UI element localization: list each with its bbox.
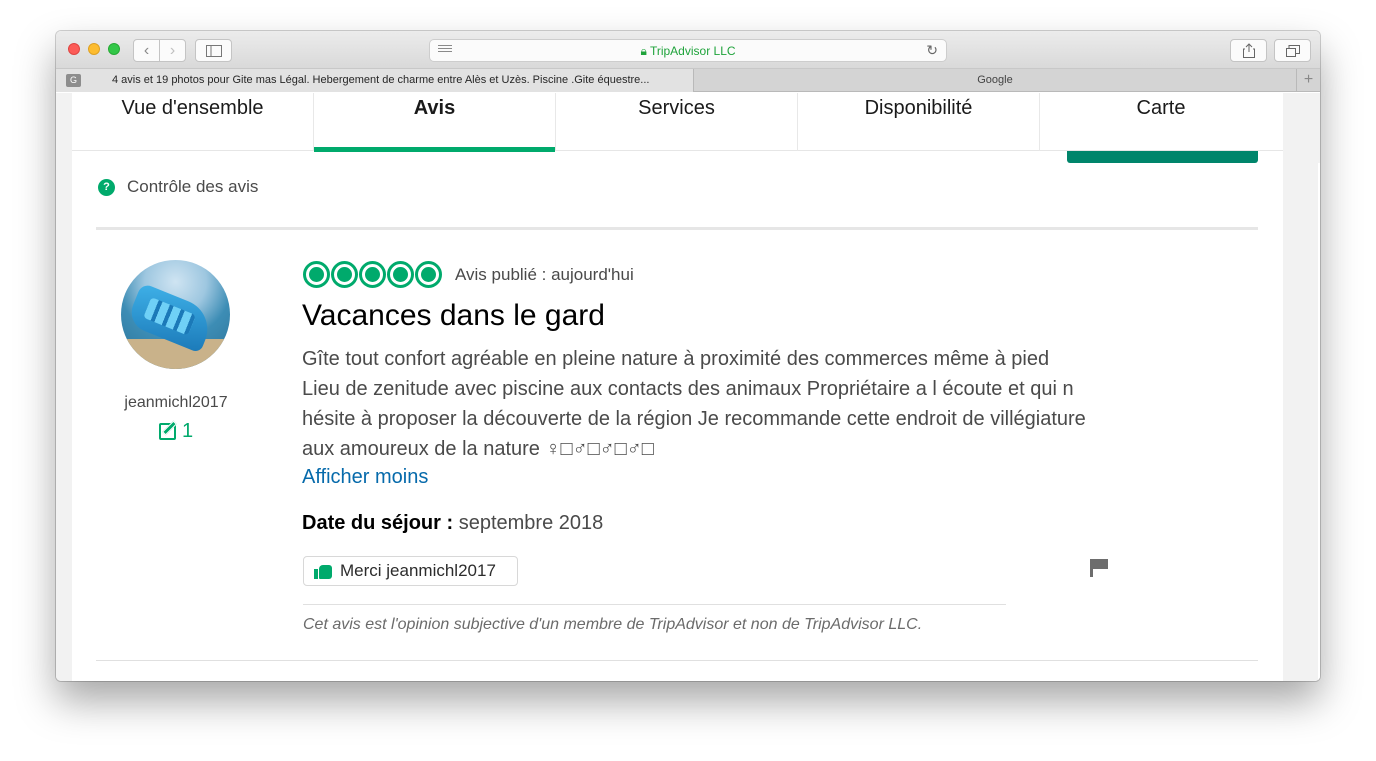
tab-services[interactable]: Services [556, 93, 798, 151]
edit-review-icon [159, 423, 176, 440]
share-button[interactable] [1230, 39, 1267, 62]
new-tab-icon[interactable]: + [1296, 69, 1320, 92]
review-control-label: Contrôle des avis [127, 177, 259, 196]
reload-icon[interactable]: ↻ [926, 42, 938, 59]
rating-bubble-icon [415, 261, 442, 288]
tab-overview[interactable]: Vue d'ensemble [72, 93, 314, 151]
review-body: Gîte tout confort agréable en pleine nat… [302, 344, 1162, 464]
divider [303, 604, 1006, 605]
report-flag-icon[interactable] [1090, 559, 1110, 579]
tabs-icon [1285, 44, 1300, 57]
thumbs-up-icon [314, 564, 332, 579]
sidebar-icon [205, 44, 222, 57]
published-date: Avis publié : aujourd'hui [455, 264, 634, 284]
review-control-link[interactable]: ? Contrôle des avis [98, 177, 258, 197]
section-tabs: Vue d'ensemble Avis Services Disponibili… [72, 93, 1283, 152]
thank-reviewer-button[interactable]: Merci jeanmichl2017 [303, 556, 518, 586]
review-body-line: hésite à proposer la découverte de la ré… [302, 408, 1086, 430]
page-scrollbar[interactable] [1283, 93, 1320, 681]
address-text: 🔒︎ TripAdvisor LLC [640, 44, 736, 58]
page-content: Vue d'ensemble Avis Services Disponibili… [56, 93, 1320, 681]
close-window-button[interactable] [68, 43, 80, 55]
address-bar[interactable]: 🔒︎ TripAdvisor LLC ↻ [429, 39, 947, 62]
back-icon[interactable]: ‹ [134, 40, 159, 61]
tab-title: 4 avis et 19 photos pour Gite mas Légal.… [112, 74, 650, 86]
tab-availability[interactable]: Disponibilité [798, 93, 1040, 151]
rating-bubble-icon [331, 261, 358, 288]
rating-bubble-icon [387, 261, 414, 288]
tabs-overview-button[interactable] [1274, 39, 1311, 62]
divider [96, 660, 1258, 661]
review-rating: Avis publié : aujourd'hui [303, 261, 634, 288]
zoom-window-button[interactable] [108, 43, 120, 55]
stay-date-label: Date du séjour : [302, 512, 454, 534]
review-title[interactable]: Vacances dans le gard [302, 299, 605, 333]
review-disclaimer: Cet avis est l'opinion subjective d'un m… [303, 616, 923, 633]
reviewer-username[interactable]: jeanmichl2017 [96, 394, 256, 412]
tab-map[interactable]: Carte [1040, 93, 1282, 151]
tab-reviews[interactable]: Avis [314, 93, 556, 152]
divider [96, 227, 1258, 230]
thank-label: Merci jeanmichl2017 [340, 561, 496, 580]
forward-icon[interactable]: › [159, 40, 185, 61]
stay-date-value: septembre 2018 [453, 512, 604, 534]
history-nav: ‹ › [133, 39, 186, 62]
tab-bar: G 4 avis et 19 photos pour Gite mas Léga… [56, 69, 1320, 92]
share-icon [1242, 43, 1255, 58]
stay-date: Date du séjour : septembre 2018 [302, 512, 603, 535]
show-less-link[interactable]: Afficher moins [302, 466, 428, 489]
question-icon: ? [98, 178, 115, 196]
browser-window: ‹ › 🔒︎ TripAdvisor LLC ↻ G 4 avis et 19 … [56, 31, 1320, 681]
favicon-icon: G [66, 74, 81, 87]
browser-tab-active[interactable]: G 4 avis et 19 photos pour Gite mas Léga… [56, 69, 694, 92]
sidebar-toggle-button[interactable] [195, 39, 232, 62]
minimize-window-button[interactable] [88, 43, 100, 55]
review-panel: Vue d'ensemble Avis Services Disponibili… [72, 93, 1283, 681]
contribution-count: 1 [159, 420, 193, 443]
avatar[interactable] [121, 260, 230, 369]
browser-tab-google[interactable]: Google [695, 69, 1295, 92]
lock-icon: 🔒︎ [640, 44, 647, 58]
rating-bubble-icon [303, 261, 330, 288]
review-body-line: aux amoureux de la nature ♀□♂□♂□♂□ [302, 438, 654, 460]
review-body-line: Lieu de zenitude avec piscine aux contac… [302, 378, 1074, 400]
title-bar: ‹ › 🔒︎ TripAdvisor LLC ↻ [56, 31, 1320, 69]
review-body-line: Gîte tout confort agréable en pleine nat… [302, 348, 1050, 370]
rating-bubble-icon [359, 261, 386, 288]
